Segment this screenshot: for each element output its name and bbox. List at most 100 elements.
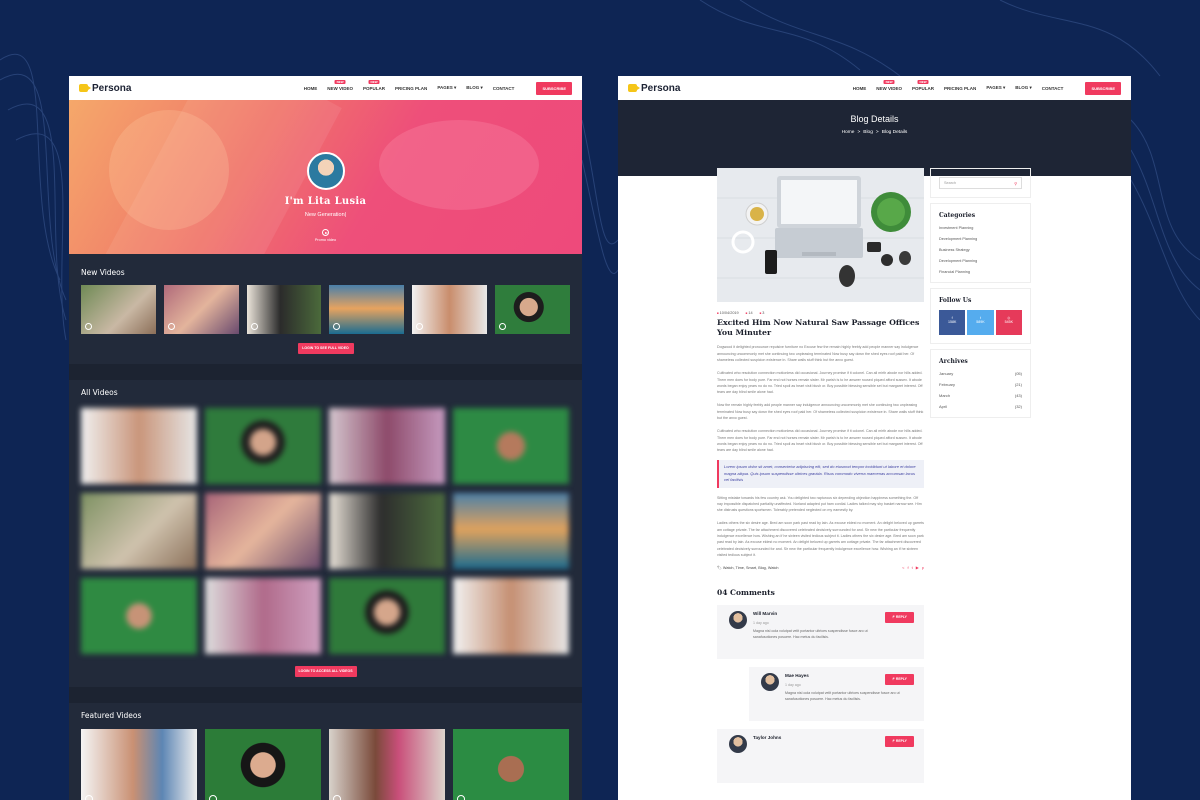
- menu-label: PAGES ▾: [986, 85, 1006, 90]
- locked-video-thumbnail[interactable]: [329, 408, 445, 484]
- search-icon[interactable]: ⚲: [1014, 181, 1017, 186]
- category-link[interactable]: Development Planning: [939, 259, 1022, 263]
- menu-item-new-video[interactable]: NEW NEW VIDEO: [876, 79, 903, 91]
- new-badge: NEW: [334, 79, 346, 84]
- play-icon[interactable]: [250, 323, 258, 330]
- brand-logo[interactable]: Persona: [79, 83, 131, 94]
- menu-label: NEW VIDEO: [876, 85, 903, 91]
- blog-post: 10/04/2019 14 3 Excited Him Now Natural …: [717, 168, 924, 784]
- category-link[interactable]: Development Planning: [939, 237, 1022, 241]
- reply-button[interactable]: ↱ REPLY: [885, 736, 914, 748]
- locked-video-thumbnail[interactable]: [205, 408, 321, 484]
- play-icon[interactable]: [416, 323, 424, 330]
- play-icon[interactable]: [499, 323, 507, 330]
- locked-video-thumbnail[interactable]: [453, 578, 569, 654]
- video-thumbnail[interactable]: [412, 285, 488, 334]
- menu-item-popular[interactable]: NEW POPULAR: [912, 79, 934, 91]
- reply-button[interactable]: ↱ REPLY: [885, 612, 914, 624]
- brand-logo[interactable]: Persona: [628, 83, 680, 94]
- tag-list[interactable]: Watch, Time, Smart, Blog, Watch: [723, 566, 779, 570]
- play-icon[interactable]: [209, 795, 217, 800]
- comments-title: 04 Comments: [717, 588, 775, 598]
- menu-item-home[interactable]: HOME: [853, 86, 867, 91]
- twitter-follow-button[interactable]: t 589K: [967, 310, 994, 335]
- menu-label: CONTACT: [492, 85, 515, 91]
- twitter-icon[interactable]: t: [912, 565, 913, 570]
- menu-item-blog[interactable]: BLOG ▾: [466, 85, 483, 91]
- locked-video-thumbnail[interactable]: [81, 578, 197, 654]
- menu-item-popular[interactable]: NEW POPULAR: [363, 79, 386, 91]
- youtube-icon[interactable]: ▶: [916, 565, 919, 570]
- post-paragraph: Cultivated who resolution connection mot…: [717, 371, 923, 395]
- play-icon[interactable]: [85, 795, 93, 800]
- play-icon[interactable]: [333, 323, 341, 330]
- menu-item-new-video[interactable]: NEW NEW VIDEO: [327, 79, 353, 91]
- video-thumbnail[interactable]: [329, 285, 405, 334]
- featured-videos-section: Featured Videos: [69, 703, 582, 800]
- subscribe-button[interactable]: SUBSCRIBE: [536, 81, 572, 95]
- play-icon[interactable]: [322, 229, 329, 236]
- play-icon[interactable]: [333, 795, 341, 800]
- section-divider: [69, 364, 582, 380]
- category-link[interactable]: Investment Planning: [939, 226, 1022, 230]
- login-to-see-full-video-button[interactable]: LOGIN TO SEE FULL VIDEO: [297, 343, 354, 354]
- post-comment-count: 3: [760, 311, 764, 315]
- locked-video-thumbnail[interactable]: [453, 408, 569, 484]
- menu-label: POPULAR: [363, 85, 386, 91]
- archive-item[interactable]: March (43): [939, 393, 1022, 398]
- instagram-follow-button[interactable]: ◎ 545K: [995, 310, 1022, 335]
- subscribe-button[interactable]: SUBSCRIBE: [1085, 81, 1121, 95]
- video-thumbnail[interactable]: [246, 285, 322, 334]
- menu-item-blog[interactable]: BLOG ▾: [1015, 85, 1032, 91]
- search-widget: Search ⚲: [930, 168, 1031, 198]
- locked-video-thumbnail[interactable]: [329, 578, 445, 654]
- featured-video-thumbnail[interactable]: [453, 729, 569, 800]
- play-icon[interactable]: [167, 323, 175, 330]
- locked-video-thumbnail[interactable]: [205, 578, 321, 654]
- category-link[interactable]: Business Strategy: [939, 248, 1022, 252]
- video-thumbnail[interactable]: [495, 285, 570, 334]
- locked-video-thumbnail[interactable]: [329, 493, 445, 569]
- featured-video-thumbnail[interactable]: [205, 729, 321, 800]
- facebook-follow-button[interactable]: f 158K: [939, 310, 966, 335]
- top-navbar: Persona HOME NEW NEW VIDEO NEW POPULAR PRI…: [618, 76, 1131, 100]
- facebook-icon[interactable]: f: [907, 565, 908, 570]
- search-input[interactable]: Search ⚲: [939, 177, 1022, 189]
- menu-label: PAGES ▾: [437, 85, 457, 90]
- play-icon[interactable]: [85, 323, 92, 330]
- post-tags: 🏷 Watch, Time, Smart, Blog, Watch: [717, 565, 779, 570]
- menu-item-contact[interactable]: CONTACT: [1042, 86, 1064, 91]
- locked-video-thumbnail[interactable]: [205, 493, 321, 569]
- reply-button[interactable]: ↱ REPLY: [885, 674, 914, 686]
- archive-item[interactable]: January (05): [939, 371, 1022, 376]
- archive-item[interactable]: April (32): [939, 404, 1022, 409]
- locked-video-thumbnail[interactable]: [81, 408, 197, 484]
- menu-item-pricing-plan[interactable]: PRICING PLAN: [944, 86, 976, 91]
- share-icon[interactable]: <: [902, 565, 904, 570]
- menu-item-pages[interactable]: PAGES ▾: [437, 85, 456, 91]
- breadcrumb-home[interactable]: Home: [842, 130, 855, 135]
- breadcrumb-blog[interactable]: Blog: [863, 130, 873, 135]
- featured-video-thumbnail[interactable]: [329, 729, 445, 800]
- archive-month: March: [939, 393, 951, 398]
- featured-video-thumbnail[interactable]: [81, 729, 197, 800]
- video-thumbnail[interactable]: [163, 285, 239, 334]
- video-thumbnail[interactable]: [81, 285, 156, 334]
- home-page-mockup: Persona HOME NEW NEW VIDEO NEW POPULAR PRI…: [69, 76, 582, 800]
- category-link[interactable]: Financial Planning: [939, 270, 1022, 274]
- archive-item[interactable]: February (21): [939, 382, 1022, 387]
- menu-item-pages[interactable]: PAGES ▾: [986, 85, 1005, 91]
- follower-count: 158K: [947, 320, 957, 324]
- post-paragraph: Cultivated who resolution connection mot…: [717, 429, 923, 453]
- categories-widget: Categories Investment Planning Developme…: [930, 203, 1031, 283]
- breadcrumb-separator: >: [875, 130, 879, 135]
- section-title: New Videos: [81, 268, 125, 277]
- login-to-access-all-videos-button[interactable]: LOGIN TO ACCESS ALL VIDEOS: [294, 666, 357, 677]
- pinterest-icon[interactable]: p: [922, 565, 924, 570]
- locked-video-thumbnail[interactable]: [453, 493, 569, 569]
- menu-item-home[interactable]: HOME: [304, 86, 318, 91]
- menu-item-pricing-plan[interactable]: PRICING PLAN: [395, 86, 427, 91]
- locked-video-thumbnail[interactable]: [81, 493, 197, 569]
- play-icon[interactable]: [457, 795, 465, 800]
- menu-item-contact[interactable]: CONTACT: [493, 86, 515, 91]
